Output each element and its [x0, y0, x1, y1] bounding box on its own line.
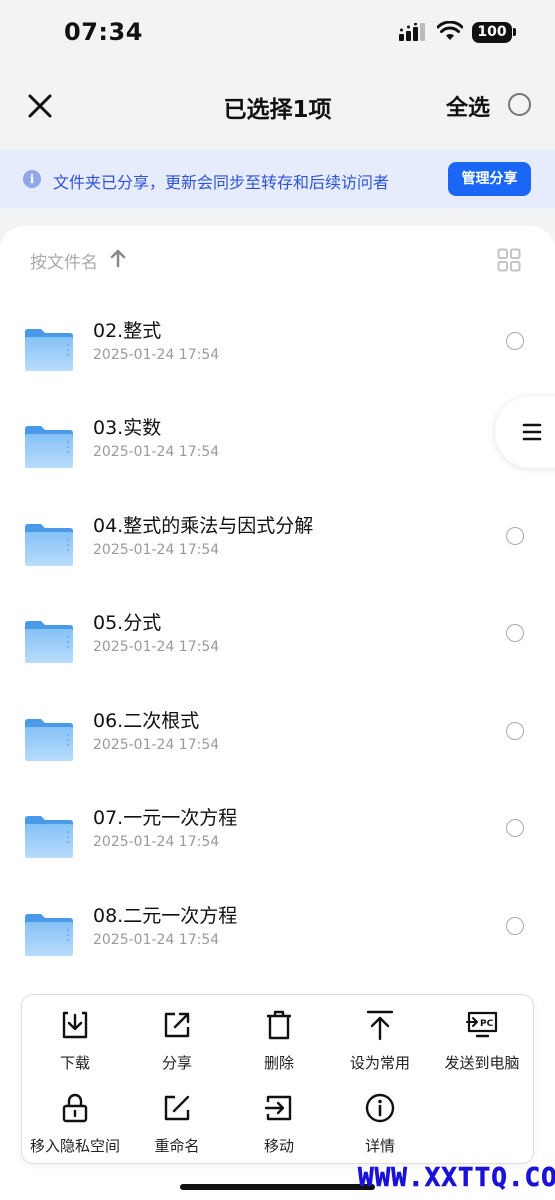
- battery-icon: 100: [472, 22, 512, 43]
- battery-level: 100: [477, 24, 507, 40]
- rename-button[interactable]: 重命名: [126, 1080, 228, 1160]
- file-row[interactable]: 07.一元一次方程 2025-01-24 17:54: [0, 807, 555, 912]
- pin-top-icon: [366, 1010, 394, 1041]
- info-icon: [365, 1093, 395, 1123]
- file-row[interactable]: 06.二次根式 2025-01-24 17:54: [0, 710, 555, 815]
- file-row[interactable]: 02.整式 2025-01-24 17:54: [0, 320, 555, 425]
- svg-text:PC: PC: [480, 1019, 494, 1029]
- send-to-pc-button[interactable]: PC 发送到电脑: [431, 997, 533, 1077]
- manage-share-button[interactable]: 管理分享: [448, 162, 531, 196]
- share-icon: [164, 1012, 190, 1038]
- file-date: 2025-01-24 17:54: [93, 737, 220, 753]
- file-date: 2025-01-24 17:54: [93, 834, 220, 850]
- signal-icon: [399, 23, 425, 41]
- selection-header: 已选择1项 全选: [0, 64, 555, 148]
- folder-icon: [25, 914, 73, 956]
- row-checkbox[interactable]: [506, 917, 524, 935]
- status-bar: 07:34 100: [0, 0, 555, 64]
- file-row[interactable]: 04.整式的乘法与因式分解 2025-01-24 17:54: [0, 515, 555, 620]
- folder-icon: [25, 816, 73, 858]
- select-all-checkbox[interactable]: [508, 93, 531, 116]
- watermark: WWW.XXTTQ.COM: [358, 1163, 555, 1194]
- download-button[interactable]: 下载: [24, 997, 126, 1077]
- row-checkbox[interactable]: [506, 819, 524, 837]
- battery-tip: [513, 28, 516, 36]
- share-button[interactable]: 分享: [126, 997, 228, 1077]
- folder-icon: [25, 426, 73, 468]
- share-notice-text: 文件夹已分享，更新会同步至转存和后续访问者: [53, 173, 390, 192]
- folder-icon: [25, 329, 73, 371]
- action-toolbar: 下载 分享 删除 设为常用 PC 发送到电脑 移入隐私空间 重命名 移动 详情: [21, 994, 534, 1164]
- file-row[interactable]: 05.分式 2025-01-24 17:54: [0, 612, 555, 717]
- details-button[interactable]: 详情: [329, 1080, 431, 1160]
- file-date: 2025-01-24 17:54: [93, 639, 220, 655]
- file-date: 2025-01-24 17:54: [93, 347, 220, 363]
- download-icon: [62, 1011, 88, 1039]
- details-label: 详情: [364, 1137, 395, 1155]
- sort-ascending-icon[interactable]: [108, 248, 128, 268]
- folder-icon: [25, 524, 73, 566]
- move-to-private-button[interactable]: 移入隐私空间: [24, 1080, 126, 1160]
- trash-icon: [267, 1010, 291, 1040]
- wifi-icon: [437, 21, 463, 40]
- status-time: 07:34: [64, 18, 143, 46]
- file-name: 06.二次根式: [93, 710, 200, 732]
- move-icon: [264, 1095, 292, 1121]
- lock-icon: [62, 1093, 88, 1123]
- row-checkbox[interactable]: [506, 624, 524, 642]
- set-frequent-button[interactable]: 设为常用: [329, 997, 431, 1077]
- info-icon: i: [23, 170, 41, 188]
- row-checkbox[interactable]: [506, 722, 524, 740]
- home-indicator[interactable]: [180, 1184, 375, 1190]
- file-name: 05.分式: [93, 612, 162, 634]
- file-date: 2025-01-24 17:54: [93, 542, 220, 558]
- file-date: 2025-01-24 17:54: [93, 932, 220, 948]
- folder-icon: [25, 621, 73, 663]
- file-name: 08.二元一次方程: [93, 905, 238, 927]
- file-name: 07.一元一次方程: [93, 807, 238, 829]
- file-name: 03.实数: [93, 417, 162, 439]
- file-name: 02.整式: [93, 320, 162, 342]
- menu-icon: [522, 423, 542, 441]
- send-to-pc-icon: PC: [466, 1011, 498, 1038]
- rename-icon: [164, 1095, 190, 1121]
- delete-button[interactable]: 删除: [228, 997, 330, 1077]
- file-row[interactable]: 03.实数 2025-01-24 17:54: [0, 417, 555, 522]
- row-checkbox[interactable]: [506, 332, 524, 350]
- send-to-pc-label: 发送到电脑: [444, 1054, 520, 1072]
- file-date: 2025-01-24 17:54: [93, 444, 220, 460]
- select-all-button[interactable]: 全选: [446, 90, 490, 122]
- row-checkbox[interactable]: [506, 527, 524, 545]
- grid-view-icon[interactable]: [497, 248, 521, 272]
- folder-icon: [25, 719, 73, 761]
- file-name: 04.整式的乘法与因式分解: [93, 515, 314, 537]
- sort-by-name[interactable]: 按文件名: [30, 248, 98, 273]
- move-button[interactable]: 移动: [228, 1080, 330, 1160]
